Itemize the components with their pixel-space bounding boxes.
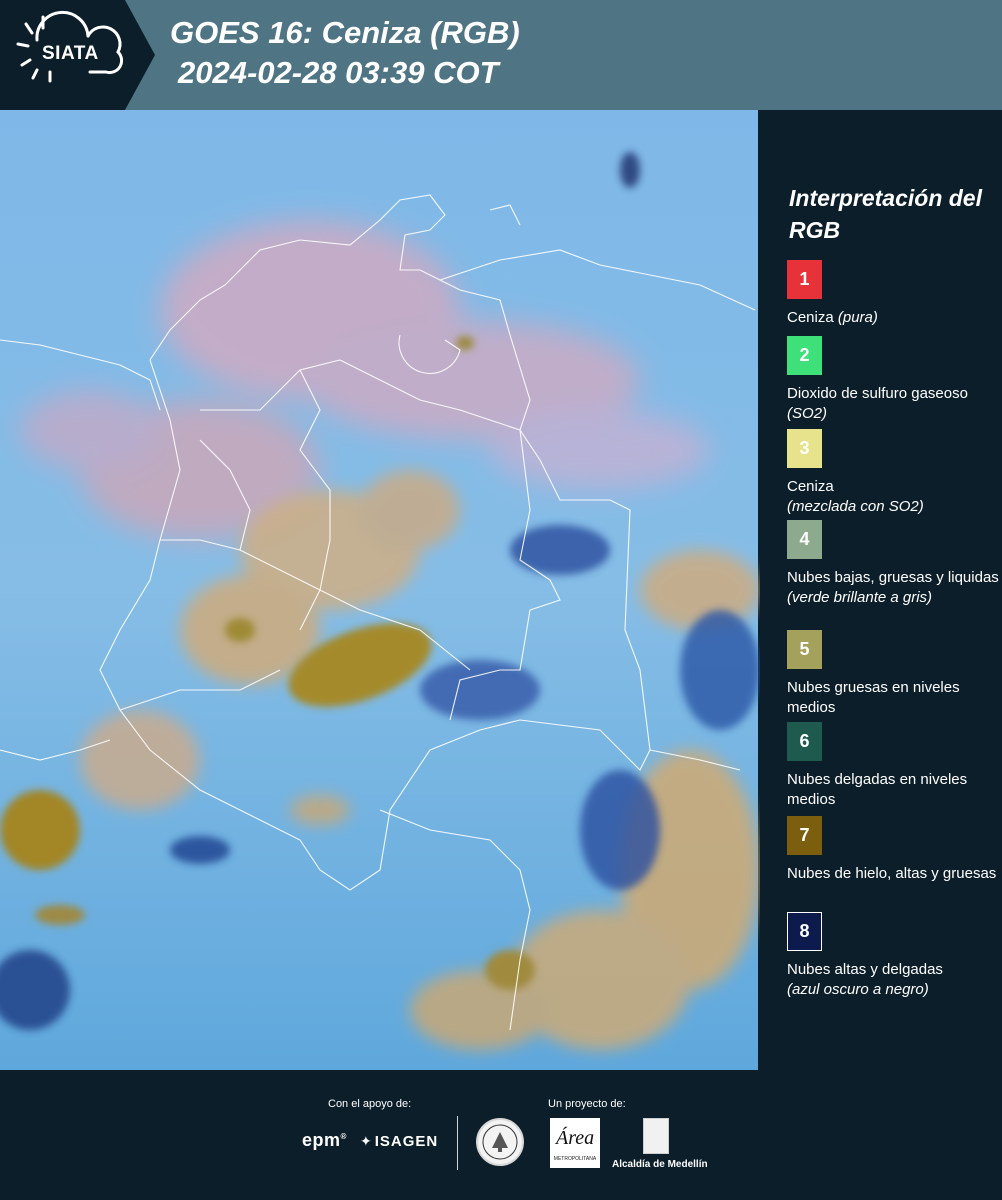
isagen-logo-text: ISAGEN xyxy=(374,1133,439,1150)
header-bar: SIATA GOES 16: Ceniza (RGB) 2024-02-28 0… xyxy=(0,0,1002,110)
legend-label: Nubes delgadas en niveles medios xyxy=(787,770,999,810)
legend-number: 4 xyxy=(799,529,810,549)
legend-label: Nubes de hielo, altas y gruesas xyxy=(787,864,999,884)
page-title: GOES 16: Ceniza (RGB) xyxy=(170,15,520,50)
legend-item-4: 4 Nubes bajas, gruesas y liquidas (verde… xyxy=(787,520,999,608)
registered-mark: ® xyxy=(340,1132,347,1141)
seal-icon xyxy=(476,1118,524,1166)
legend-swatch-8: 8 xyxy=(787,912,822,951)
logo-text: SIATA xyxy=(42,43,99,64)
legend-text: Nubes altas y delgadas xyxy=(787,961,943,978)
support-caption: Con el apoyo de: xyxy=(328,1098,412,1110)
satellite-map xyxy=(0,110,760,1070)
legend-text: Dioxido de sulfuro gaseoso xyxy=(787,385,968,402)
legend-item-3: 3 Ceniza (mezclada con SO2) xyxy=(787,429,999,517)
legend-text: Nubes gruesas en niveles medios xyxy=(787,679,960,716)
area-logo-icon: Área xyxy=(554,1126,594,1149)
legend-item-8: 8 Nubes altas y delgadas (azul oscuro a … xyxy=(787,912,999,1000)
legend-swatch-2: 2 xyxy=(787,336,822,375)
legend-note: (azul oscuro a negro) xyxy=(787,981,929,998)
legend-number: 3 xyxy=(799,438,810,458)
legend-item-5: 5 Nubes gruesas en niveles medios xyxy=(787,630,999,718)
legend-note: (SO2) xyxy=(787,405,828,422)
medellin-shield-icon xyxy=(643,1118,669,1154)
legend-number: 5 xyxy=(799,639,810,659)
legend-label: Nubes bajas, gruesas y liquidas (verde b… xyxy=(787,568,999,608)
area-logo-text: Área xyxy=(554,1126,594,1149)
legend-title: Interpretación del RGB xyxy=(789,185,982,243)
siata-logo: SIATA xyxy=(0,0,155,110)
legend-number: 2 xyxy=(799,345,810,365)
legend-swatch-1: 1 xyxy=(787,260,822,299)
legend-number: 8 xyxy=(799,921,810,941)
legend-note: (verde brillante a gris) xyxy=(787,589,933,606)
legend-label: Nubes gruesas en niveles medios xyxy=(787,678,999,718)
area-metropolitana-logo: Área METROPOLITANA xyxy=(550,1118,600,1168)
epm-logo-text: epm xyxy=(302,1130,341,1150)
legend-number: 1 xyxy=(799,269,810,289)
epm-logo: epm® xyxy=(302,1130,347,1151)
isagen-mark-icon: ✦ xyxy=(360,1133,373,1149)
legend-swatch-4: 4 xyxy=(787,520,822,559)
legend-label: Ceniza (mezclada con SO2) xyxy=(787,477,999,517)
legend-swatch-5: 5 xyxy=(787,630,822,669)
seal-emblem-icon xyxy=(482,1124,518,1160)
legend-panel: Interpretación del RGB 1 Ceniza (pura) 2… xyxy=(760,110,1002,1070)
legend-text: Nubes delgadas en niveles medios xyxy=(787,771,968,808)
legend-item-6: 6 Nubes delgadas en niveles medios xyxy=(787,722,999,810)
isagen-logo: ✦ ISAGEN xyxy=(360,1133,438,1150)
legend-note: (mezclada con SO2) xyxy=(787,498,924,515)
legend-number: 7 xyxy=(799,825,810,845)
timestamp: 2024-02-28 03:39 COT xyxy=(178,55,499,90)
legend-note: (pura) xyxy=(837,309,878,326)
legend-item-1: 1 Ceniza (pura) xyxy=(787,260,999,328)
footer-divider xyxy=(457,1116,458,1170)
footer: Con el apoyo de: Un proyecto de: epm® ✦ I… xyxy=(0,1070,1002,1200)
legend-number: 6 xyxy=(799,731,810,751)
legend-text: Nubes de hielo, altas y gruesas xyxy=(787,865,997,882)
legend-swatch-7: 7 xyxy=(787,816,822,855)
legend-swatch-6: 6 xyxy=(787,722,822,761)
legend-label: Nubes altas y delgadas (azul oscuro a ne… xyxy=(787,960,999,1000)
legend-label: Ceniza (pura) xyxy=(787,308,999,328)
medellin-logo-text: Alcaldía de Medellín xyxy=(612,1159,708,1170)
satellite-rgb-ash-image xyxy=(0,110,760,1070)
legend-label: Dioxido de sulfuro gaseoso (SO2) xyxy=(787,384,999,424)
legend-swatch-3: 3 xyxy=(787,429,822,468)
area-logo-subtext: METROPOLITANA xyxy=(553,1156,597,1162)
legend-text: Nubes bajas, gruesas y liquidas xyxy=(787,569,999,586)
legend-item-2: 2 Dioxido de sulfuro gaseoso (SO2) xyxy=(787,336,999,424)
legend-text: Ceniza xyxy=(787,309,838,326)
legend-item-7: 7 Nubes de hielo, altas y gruesas xyxy=(787,816,999,884)
project-caption: Un proyecto de: xyxy=(548,1098,626,1110)
legend-text: Ceniza xyxy=(787,478,834,495)
